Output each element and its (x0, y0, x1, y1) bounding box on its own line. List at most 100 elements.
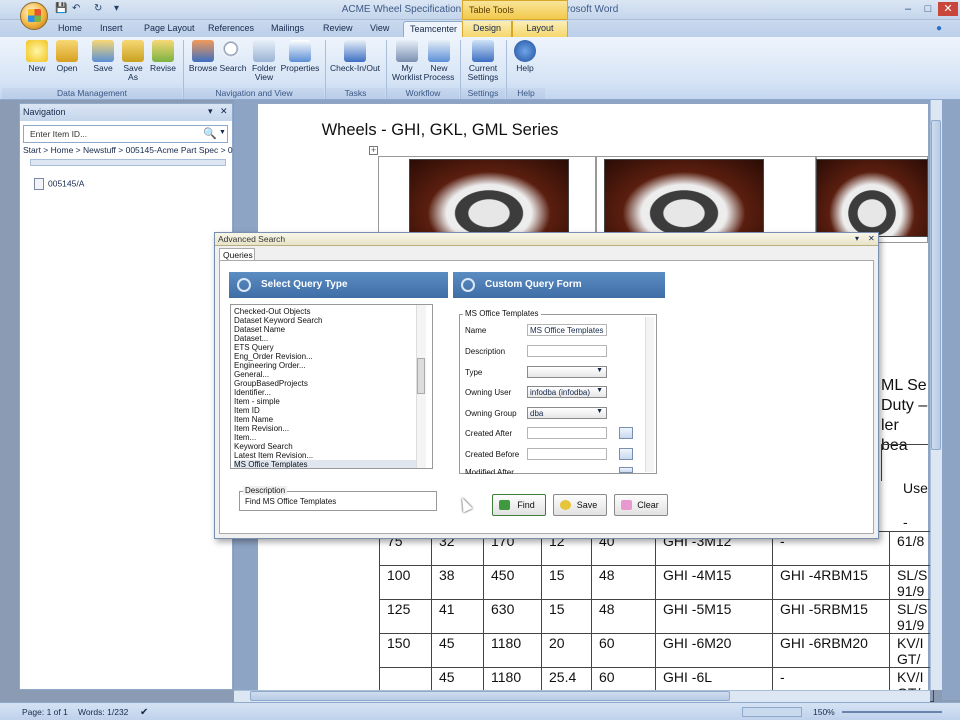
view-buttons[interactable] (742, 707, 802, 717)
table-cell[interactable]: GHI -5M15 (655, 599, 773, 634)
tab-page-layout[interactable]: Page Layout (138, 21, 201, 37)
nav-item-005145[interactable]: 005145/A (34, 178, 84, 190)
tab-references[interactable]: References (202, 21, 260, 37)
breadcrumb-scrollbar[interactable] (30, 159, 226, 166)
status-words[interactable]: Words: 1/232 (78, 707, 128, 717)
table-cell[interactable]: 1180 (483, 633, 542, 668)
tab-layout[interactable]: Layout (512, 21, 568, 37)
query-list-item[interactable]: Latest Item Revision... (234, 451, 313, 460)
table-cell[interactable]: KV/I GT/ (888, 633, 935, 668)
save-button[interactable]: Save (86, 40, 120, 73)
vertical-scroll-thumb[interactable] (931, 120, 941, 450)
table-cell[interactable]: SL/S 91/9 (888, 565, 935, 600)
clear-button[interactable]: Clear (614, 494, 668, 516)
type-select[interactable]: ▼ (527, 366, 607, 378)
table-move-handle-icon[interactable]: + (369, 146, 378, 155)
table-cell[interactable]: GHI -6M20 (655, 633, 773, 668)
query-list-item[interactable]: Identifier... (234, 388, 271, 397)
maximize-icon[interactable]: □ (918, 2, 938, 16)
find-button[interactable]: Find (492, 494, 546, 516)
tab-view[interactable]: View (364, 21, 395, 37)
table-cell[interactable]: 48 (591, 599, 656, 634)
dialog-menu-icon[interactable]: ▾ (855, 234, 859, 243)
table-cell[interactable]: 630 (483, 599, 542, 634)
office-button[interactable] (20, 2, 48, 30)
table-cell[interactable]: 20 (541, 633, 592, 668)
table-cell[interactable]: 150 (379, 633, 432, 668)
query-list-item[interactable]: MS Office Templates (234, 460, 424, 468)
query-list-item[interactable]: Item Revision... (234, 424, 289, 433)
table-cell[interactable]: 38 (431, 565, 484, 600)
table-cell[interactable]: GHI -4RBM15 (772, 565, 890, 600)
tab-mailings[interactable]: Mailings (265, 21, 310, 37)
horizontal-scroll-thumb[interactable] (250, 691, 730, 701)
query-form-scrollbar[interactable] (645, 317, 654, 472)
tab-insert[interactable]: Insert (94, 21, 129, 37)
status-page[interactable]: Page: 1 of 1 (22, 707, 68, 717)
browse-button[interactable]: Browse (186, 40, 220, 73)
table-cell[interactable]: 41 (431, 599, 484, 634)
query-list-item[interactable]: Item - simple (234, 397, 280, 406)
search-button[interactable]: Search (216, 40, 250, 73)
close-window-icon[interactable]: ✕ (938, 2, 958, 16)
new-process-button[interactable]: New Process (422, 40, 456, 82)
tab-teamcenter[interactable]: Teamcenter (403, 21, 465, 37)
folder-view-button[interactable]: Folder View (247, 40, 281, 82)
table-cell[interactable]: GHI -6RBM20 (772, 633, 890, 668)
owning-group-select[interactable]: dba ▼ (527, 407, 607, 419)
table-cell[interactable]: 450 (483, 565, 542, 600)
save-query-button[interactable]: Save (553, 494, 607, 516)
query-list-item[interactable]: Dataset Keyword Search (234, 316, 323, 325)
calendar-icon[interactable] (619, 448, 633, 460)
table-cell[interactable]: 125 (379, 599, 432, 634)
query-list-item[interactable]: ETS Query (234, 343, 274, 352)
created-after-field[interactable] (527, 427, 607, 439)
properties-button[interactable]: Properties (280, 40, 320, 73)
open-button[interactable]: Open (50, 40, 84, 73)
query-list-item[interactable]: Checked-Out Objects (234, 307, 310, 316)
calendar-icon[interactable] (619, 467, 633, 473)
breadcrumb[interactable]: Start > Home > Newstuff > 005145-Acme Pa… (23, 145, 233, 155)
help-circle-icon[interactable]: ● (936, 23, 942, 34)
zoom-level[interactable]: 150% (813, 707, 835, 717)
tab-review[interactable]: Review (317, 21, 359, 37)
revise-button[interactable]: Revise (146, 40, 180, 73)
query-list-item[interactable]: GroupBasedProjects (234, 379, 308, 388)
new-button[interactable]: New (20, 40, 54, 73)
query-type-list[interactable]: Checked-Out Objects Dataset Keyword Searc… (230, 304, 433, 469)
tab-design[interactable]: Design (462, 21, 512, 37)
owning-user-select[interactable]: infodba (infodba) ▼ (527, 386, 607, 398)
pane-close-icon[interactable]: ✕ (220, 106, 228, 117)
query-list-item[interactable]: Engineering Order... (234, 361, 306, 370)
proofing-icon[interactable]: ✔ (140, 707, 148, 718)
table-cell[interactable]: SL/S 91/9 (888, 599, 935, 634)
calendar-icon[interactable] (619, 427, 633, 439)
query-list-item[interactable]: Dataset... (234, 334, 268, 343)
my-worklist-button[interactable]: My Worklist (390, 40, 424, 82)
name-field[interactable]: MS Office Templates (527, 324, 607, 336)
table-cell[interactable]: 15 (541, 565, 592, 600)
dialog-close-icon[interactable]: ✕ (868, 234, 875, 243)
pane-menu-icon[interactable]: ▾ (208, 106, 213, 117)
query-list-item[interactable]: General... (234, 370, 269, 379)
current-settings-button[interactable]: Current Settings (464, 40, 502, 82)
table-cell[interactable]: 15 (541, 599, 592, 634)
save-as-button[interactable]: Save As (116, 40, 150, 82)
query-list-item[interactable]: Eng_Order Revision... (234, 352, 313, 361)
query-list-scroll-thumb[interactable] (417, 358, 425, 394)
tab-home[interactable]: Home (52, 21, 88, 37)
table-cell[interactable]: 48 (591, 565, 656, 600)
query-list-item[interactable]: Item Name (234, 415, 273, 424)
query-list-item[interactable]: Dataset Name (234, 325, 285, 334)
table-cell[interactable]: 60 (591, 633, 656, 668)
description-field[interactable] (527, 345, 607, 357)
table-cell[interactable]: GHI -4M15 (655, 565, 773, 600)
help-button[interactable]: Help (508, 40, 542, 73)
table-cell[interactable]: 45 (431, 633, 484, 668)
table-cell[interactable]: 61/8 (888, 531, 935, 566)
zoom-slider[interactable] (842, 711, 942, 713)
check-in-out-button[interactable]: Check-In/Out (328, 40, 382, 73)
query-list-item[interactable]: Item... (234, 433, 256, 442)
created-before-field[interactable] (527, 448, 607, 460)
query-list-item[interactable]: Item ID (234, 406, 260, 415)
